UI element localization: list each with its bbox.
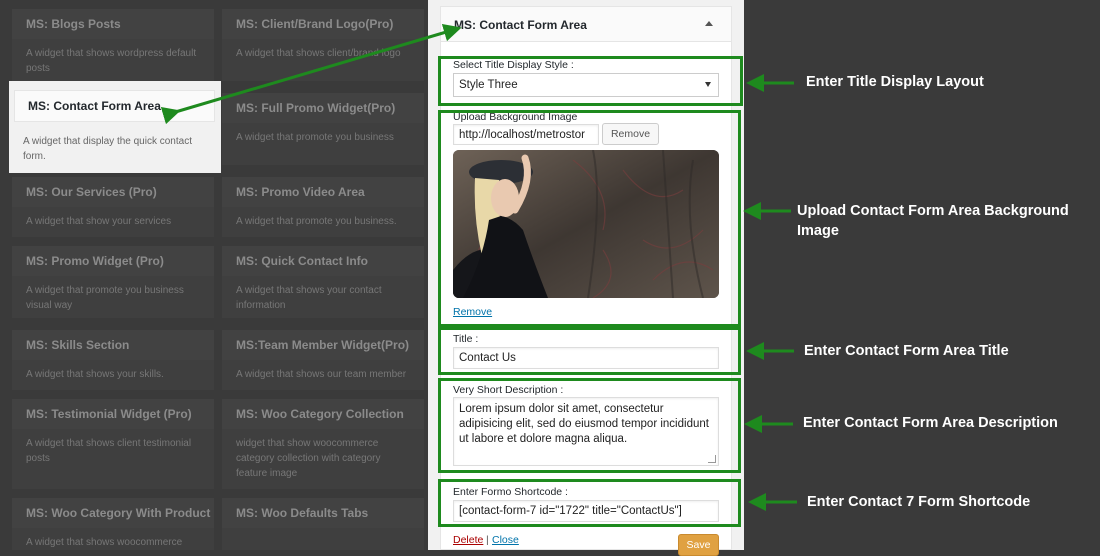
widget-title: MS: Promo Widget (Pro) <box>12 246 214 276</box>
description-label: Very Short Description : <box>453 384 564 396</box>
widget-header-title: MS: Contact Form Area <box>454 18 587 32</box>
widget-woo-category-with-product[interactable]: MS: Woo Category With Product A widget t… <box>12 498 214 550</box>
widget-description: A widget that shows wordpress default po… <box>26 48 197 74</box>
widget-woo-category-collection[interactable]: MS: Woo Category Collection widget that … <box>222 399 424 489</box>
widget-our-services[interactable]: MS: Our Services (Pro) A widget that sho… <box>12 177 214 237</box>
annotation-shortcode: Enter Contact 7 Form Shortcode <box>807 494 1031 510</box>
widget-title: MS:Team Member Widget(Pro) <box>222 330 424 360</box>
widget-title: MS: Woo Defaults Tabs <box>222 498 424 528</box>
background-image-preview <box>453 150 719 298</box>
widget-woo-defaults-tabs[interactable]: MS: Woo Defaults Tabs <box>222 498 424 550</box>
widget-promo[interactable]: MS: Promo Widget (Pro) A widget that pro… <box>12 246 214 318</box>
widget-promo-video[interactable]: MS: Promo Video Area A widget that promo… <box>222 177 424 237</box>
widget-title: MS: Our Services (Pro) <box>12 177 214 207</box>
annotation-title: Enter Contact Form Area Title <box>804 343 1009 359</box>
widget-description: A widget that shows your contact informa… <box>236 285 382 311</box>
close-link[interactable]: Close <box>492 534 519 546</box>
widget-title: MS: Blogs Posts <box>12 9 214 39</box>
widget-team-member[interactable]: MS:Team Member Widget(Pro) A widget that… <box>222 330 424 390</box>
widget-title: MS: Client/Brand Logo(Pro) <box>222 9 424 39</box>
widget-client-brand-logo[interactable]: MS: Client/Brand Logo(Pro) A widget that… <box>222 9 424 81</box>
delete-link[interactable]: Delete <box>453 534 483 546</box>
widget-description: A widget that shows woocommerce <box>26 537 183 548</box>
widget-contact-form-area[interactable]: MS: Contact Form Area A widget that disp… <box>9 81 221 173</box>
title-input[interactable]: Contact Us <box>453 347 719 369</box>
widget-title: MS: Quick Contact Info <box>222 246 424 276</box>
widget-description: A widget that shows client/brand logo <box>236 48 401 59</box>
widget-description: widget that show woocommerce category co… <box>236 438 381 479</box>
widget-title: MS: Testimonial Widget (Pro) <box>12 399 214 429</box>
annotation-title-layout: Enter Title Display Layout <box>806 74 984 90</box>
resize-handle-icon[interactable] <box>708 455 716 463</box>
widget-quick-contact-info[interactable]: MS: Quick Contact Info A widget that sho… <box>222 246 424 318</box>
shortcode-label: Enter Formo Shortcode : <box>453 486 568 498</box>
link-separator: | <box>486 534 489 546</box>
widget-title: MS: Promo Video Area <box>222 177 424 207</box>
widget-description: A widget that shows your skills. <box>26 369 164 380</box>
widget-title: MS: Skills Section <box>12 330 214 360</box>
collapse-arrow-icon[interactable] <box>705 21 713 26</box>
widget-description: A widget that promote you business <box>236 132 394 143</box>
widget-skills-section[interactable]: MS: Skills Section A widget that shows y… <box>12 330 214 390</box>
widget-title: MS: Full Promo Widget(Pro) <box>222 93 424 123</box>
save-button[interactable]: Save <box>678 534 719 556</box>
widget-description: A widget that show your services <box>26 216 172 227</box>
shortcode-input[interactable]: [contact-form-7 id="1722" title="Contact… <box>453 500 719 522</box>
widget-title: MS: Contact Form Area <box>14 90 215 122</box>
remove-image-button[interactable]: Remove <box>602 123 659 145</box>
widget-description: A widget that promote you business. <box>236 216 397 227</box>
title-style-select[interactable]: Style Three <box>453 73 719 97</box>
widget-description: A widget that display the quick contact … <box>23 136 192 162</box>
widget-header[interactable]: MS: Contact Form Area <box>440 6 732 42</box>
widget-title: MS: Woo Category With Product <box>12 498 214 528</box>
widget-description: A widget that shows our team member <box>236 369 407 380</box>
annotation-description: Enter Contact Form Area Description <box>803 415 1058 431</box>
title-label: Title : <box>453 333 479 345</box>
widget-description <box>222 528 424 535</box>
widget-description: A widget that promote you business visua… <box>26 285 184 311</box>
widget-title: MS: Woo Category Collection <box>222 399 424 429</box>
widget-blogs-posts[interactable]: MS: Blogs Posts A widget that shows word… <box>12 9 214 81</box>
widget-full-promo[interactable]: MS: Full Promo Widget(Pro) A widget that… <box>222 93 424 165</box>
woman-photo-icon <box>453 150 719 298</box>
chevron-down-icon <box>705 82 711 87</box>
title-style-value: Style Three <box>459 79 518 91</box>
title-style-label: Select Title Display Style : <box>453 59 574 71</box>
remove-image-link[interactable]: Remove <box>453 306 492 318</box>
background-image-url-input[interactable]: http://localhost/metrostor <box>453 124 599 145</box>
description-textarea[interactable]: Lorem ipsum dolor sit amet, consectetur … <box>453 397 719 466</box>
widget-description: A widget that shows client testimonial p… <box>26 438 192 464</box>
background-image-label: Upload Background Image <box>453 111 578 123</box>
annotation-background: Upload Contact Form Area Background Imag… <box>797 203 1069 239</box>
description-text: Lorem ipsum dolor sit amet, consectetur … <box>459 403 709 445</box>
widget-testimonial[interactable]: MS: Testimonial Widget (Pro) A widget th… <box>12 399 214 489</box>
